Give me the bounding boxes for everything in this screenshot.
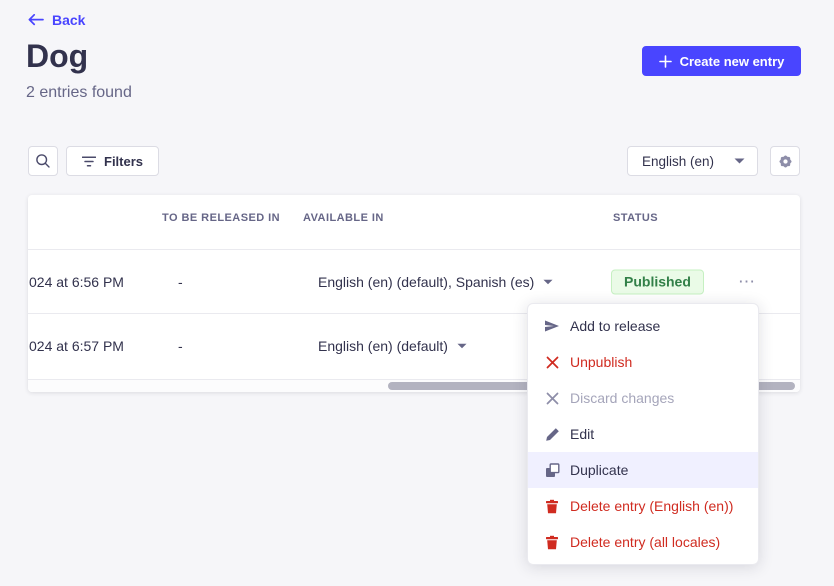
gear-icon xyxy=(777,153,794,170)
pencil-icon xyxy=(544,426,560,442)
menu-item-discard-changes: Discard changes xyxy=(528,380,758,416)
settings-button[interactable] xyxy=(770,146,800,176)
back-label: Back xyxy=(52,12,85,28)
create-new-entry-button[interactable]: Create new entry xyxy=(642,46,801,76)
menu-item-label: Unpublish xyxy=(570,354,632,370)
table-header-row: TO BE RELEASED IN AVAILABLE IN STATUS xyxy=(28,195,800,250)
menu-item-label: Delete entry (all locales) xyxy=(570,534,720,550)
menu-item-label: Delete entry (English (en)) xyxy=(570,498,733,514)
chevron-down-icon xyxy=(457,343,467,349)
cross-icon xyxy=(544,354,560,370)
column-header-available-in: AVAILABLE IN xyxy=(303,212,384,224)
cell-to-be-released-in: - xyxy=(178,338,183,354)
menu-item-delete-entry-locale[interactable]: Delete entry (English (en)) xyxy=(528,488,758,524)
back-arrow-icon xyxy=(28,14,44,26)
cross-icon xyxy=(544,390,560,406)
menu-item-label: Duplicate xyxy=(570,462,628,478)
search-button[interactable] xyxy=(28,146,58,176)
entries-count: 2 entries found xyxy=(26,84,132,102)
page-title: Dog xyxy=(26,38,88,75)
duplicate-icon xyxy=(544,462,560,478)
menu-item-unpublish[interactable]: Unpublish xyxy=(528,344,758,380)
menu-item-label: Discard changes xyxy=(570,390,674,406)
content-manager-page: Back Dog 2 entries found Create new entr… xyxy=(0,0,834,586)
row-actions-button[interactable]: ⋯ xyxy=(731,270,763,294)
create-new-entry-label: Create new entry xyxy=(680,54,785,69)
menu-item-duplicate[interactable]: Duplicate xyxy=(528,452,758,488)
locale-select-value: English (en) xyxy=(642,154,714,169)
cell-updated-at: 024 at 6:56 PM xyxy=(29,274,124,290)
cell-available-locales[interactable]: English (en) (default), Spanish (es) xyxy=(318,274,553,290)
menu-item-delete-entry-all-locales[interactable]: Delete entry (all locales) xyxy=(528,524,758,560)
filters-label: Filters xyxy=(104,154,143,169)
trash-icon xyxy=(544,534,560,550)
filter-icon xyxy=(82,156,96,167)
locale-select[interactable]: English (en) xyxy=(627,146,758,176)
filters-button[interactable]: Filters xyxy=(66,146,159,176)
menu-item-label: Add to release xyxy=(570,318,660,334)
paper-plane-icon xyxy=(544,318,560,334)
column-header-to-be-released-in: TO BE RELEASED IN xyxy=(162,212,280,224)
chevron-down-icon xyxy=(543,279,553,285)
available-locales-text: English (en) (default) xyxy=(318,338,448,354)
search-icon xyxy=(35,153,51,169)
chevron-down-icon xyxy=(734,158,745,164)
cell-available-locales[interactable]: English (en) (default) xyxy=(318,338,467,354)
cell-updated-at: 024 at 6:57 PM xyxy=(29,338,124,354)
menu-item-label: Edit xyxy=(570,426,594,442)
plus-icon xyxy=(659,55,672,68)
cell-to-be-released-in: - xyxy=(178,274,183,290)
column-header-status: STATUS xyxy=(613,212,658,224)
available-locales-text: English (en) (default), Spanish (es) xyxy=(318,274,534,290)
menu-item-add-to-release[interactable]: Add to release xyxy=(528,308,758,344)
status-badge: Published xyxy=(611,269,704,294)
back-link[interactable]: Back xyxy=(28,12,85,28)
row-actions-menu: Add to release Unpublish Discard changes… xyxy=(527,303,759,565)
menu-item-edit[interactable]: Edit xyxy=(528,416,758,452)
trash-icon xyxy=(544,498,560,514)
